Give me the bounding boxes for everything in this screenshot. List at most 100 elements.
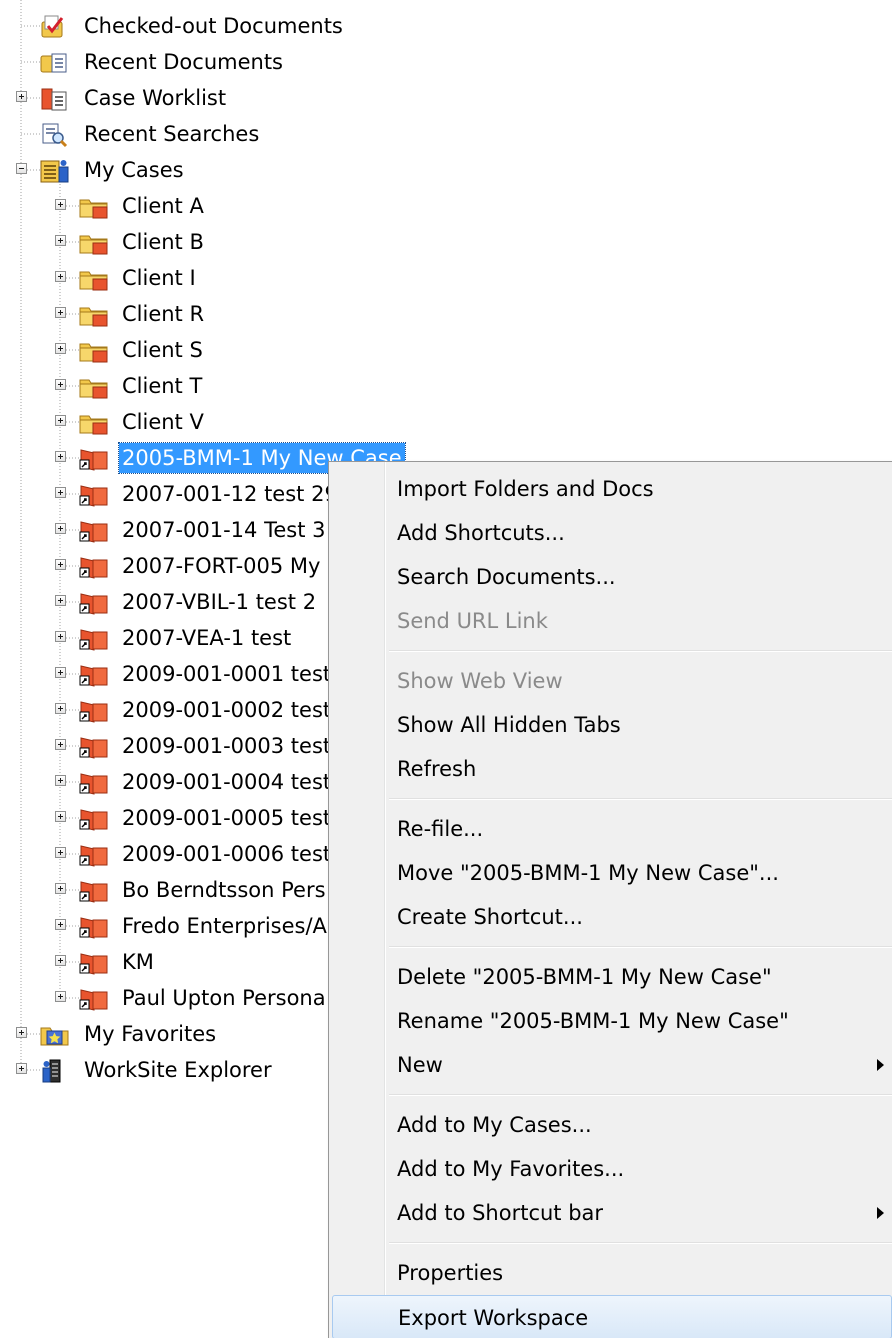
tree-node-label[interactable]: Client A: [119, 191, 207, 221]
tree-node[interactable]: Recent Documents: [0, 44, 892, 80]
menu-item-label: Properties: [397, 1261, 504, 1285]
tree-node-label[interactable]: My Favorites: [81, 1019, 219, 1049]
tree-node-label[interactable]: 2007-VEA-1 test: [119, 623, 294, 653]
expand-plus-icon[interactable]: [55, 595, 66, 606]
expand-plus-icon[interactable]: [55, 379, 66, 390]
expand-plus-icon[interactable]: [55, 955, 66, 966]
tree-node-label[interactable]: Fredo Enterprises/A: [119, 911, 330, 941]
tree-node[interactable]: Recent Searches: [0, 116, 892, 152]
expand-plus-icon[interactable]: [16, 91, 27, 102]
tree-node[interactable]: My Cases: [0, 152, 892, 188]
menu-item-move-2005-bmm-1-my-new-case[interactable]: Move "2005-BMM-1 My New Case"...: [332, 851, 892, 895]
menu-separator: [389, 1242, 892, 1244]
menu-item-label: Create Shortcut...: [397, 905, 583, 929]
tree-node-label[interactable]: 2009-001-0004 test: [119, 767, 334, 797]
menu-item-rename-2005-bmm-1-my-new-case[interactable]: Rename "2005-BMM-1 My New Case": [332, 999, 892, 1043]
menu-item-search-documents[interactable]: Search Documents...: [332, 555, 892, 599]
expand-plus-icon[interactable]: [55, 883, 66, 894]
collapse-minus-icon[interactable]: [16, 163, 27, 174]
tree-node-label[interactable]: 2009-001-0001 test: [119, 659, 334, 689]
tree-node[interactable]: Checked-out Documents: [0, 8, 892, 44]
menu-item-show-web-view: Show Web View: [332, 659, 892, 703]
case-shortcut-icon: [79, 698, 111, 724]
expand-plus-icon[interactable]: [55, 343, 66, 354]
tree-node-label[interactable]: 2009-001-0002 test: [119, 695, 334, 725]
expand-plus-icon[interactable]: [55, 631, 66, 642]
expand-plus-icon[interactable]: [55, 667, 66, 678]
expand-plus-icon[interactable]: [55, 919, 66, 930]
tree-node-label[interactable]: Client B: [119, 227, 207, 257]
tree-node-label[interactable]: Recent Searches: [81, 119, 262, 149]
expand-plus-icon[interactable]: [55, 739, 66, 750]
menu-item-refresh[interactable]: Refresh: [332, 747, 892, 791]
menu-separator: [389, 798, 892, 800]
tree-node-label[interactable]: Client S: [119, 335, 206, 365]
submenu-arrow-icon: [877, 1207, 884, 1219]
tree-node[interactable]: Client I: [0, 260, 892, 296]
tree-node-label[interactable]: 2009-001-0006 test: [119, 839, 334, 869]
expand-plus-icon[interactable]: [55, 811, 66, 822]
tree-node[interactable]: Client A: [0, 188, 892, 224]
expand-plus-icon[interactable]: [55, 271, 66, 282]
tree-node[interactable]: Client B: [0, 224, 892, 260]
client-folder-icon: [79, 302, 111, 328]
menu-item-create-shortcut[interactable]: Create Shortcut...: [332, 895, 892, 939]
tree-node-label[interactable]: Client V: [119, 407, 207, 437]
expand-plus-icon[interactable]: [55, 415, 66, 426]
expand-plus-icon[interactable]: [55, 559, 66, 570]
tree-node-label[interactable]: Client I: [119, 263, 199, 293]
tree-node[interactable]: Case Worklist: [0, 80, 892, 116]
menu-item-label: Refresh: [397, 757, 477, 781]
expand-plus-icon[interactable]: [55, 775, 66, 786]
tree-node[interactable]: Client S: [0, 332, 892, 368]
tree-node-label[interactable]: Case Worklist: [81, 83, 229, 113]
tree-node-label[interactable]: Client T: [119, 371, 205, 401]
menu-item-export-workspace[interactable]: Export Workspace: [332, 1295, 892, 1338]
tree-node-label[interactable]: 2007-001-14 Test 3: [119, 515, 328, 545]
menu-item-add-to-shortcut-bar[interactable]: Add to Shortcut bar: [332, 1191, 892, 1235]
menu-item-add-shortcuts[interactable]: Add Shortcuts...: [332, 511, 892, 555]
tree-node-label[interactable]: My Cases: [81, 155, 187, 185]
tree-node[interactable]: Client R: [0, 296, 892, 332]
menu-item-show-all-hidden-tabs[interactable]: Show All Hidden Tabs: [332, 703, 892, 747]
tree-node-label[interactable]: Recent Documents: [81, 47, 286, 77]
menu-item-delete-2005-bmm-1-my-new-case[interactable]: Delete "2005-BMM-1 My New Case": [332, 955, 892, 999]
tree-node-label[interactable]: 2007-VBIL-1 test 2: [119, 587, 319, 617]
tree-node[interactable]: Client V: [0, 404, 892, 440]
tree-node-label[interactable]: Checked-out Documents: [81, 11, 346, 41]
expand-plus-icon[interactable]: [55, 523, 66, 534]
tree-node-label[interactable]: KM: [119, 947, 157, 977]
tree-node-label[interactable]: Client R: [119, 299, 207, 329]
expand-plus-icon[interactable]: [16, 1063, 27, 1074]
expand-plus-icon[interactable]: [55, 991, 66, 1002]
case-shortcut-icon: [79, 878, 111, 904]
case-shortcut-icon: [79, 770, 111, 796]
tree-node-label[interactable]: 2009-001-0003 test: [119, 731, 334, 761]
expand-plus-icon[interactable]: [55, 451, 66, 462]
tree-node-label[interactable]: 2007-001-12 test 29: [119, 479, 341, 509]
menu-item-add-to-my-cases[interactable]: Add to My Cases...: [332, 1103, 892, 1147]
tree-node-label[interactable]: Paul Upton Persona: [119, 983, 329, 1013]
expand-plus-icon[interactable]: [55, 235, 66, 246]
menu-item-label: Add to My Favorites...: [397, 1157, 625, 1181]
expand-plus-icon[interactable]: [55, 487, 66, 498]
my-favorites-icon: [40, 1022, 72, 1048]
tree-node-label[interactable]: WorkSite Explorer: [81, 1055, 275, 1085]
menu-item-import-folders-and-docs[interactable]: Import Folders and Docs: [332, 467, 892, 511]
expand-plus-icon[interactable]: [55, 199, 66, 210]
menu-item-re-file[interactable]: Re-file...: [332, 807, 892, 851]
expand-plus-icon[interactable]: [55, 847, 66, 858]
tree-node[interactable]: Client T: [0, 368, 892, 404]
menu-item-add-to-my-favorites[interactable]: Add to My Favorites...: [332, 1147, 892, 1191]
menu-item-new[interactable]: New: [332, 1043, 892, 1087]
expand-plus-icon[interactable]: [55, 307, 66, 318]
tree-node-label[interactable]: 2009-001-0005 test: [119, 803, 334, 833]
case-shortcut-icon: [79, 734, 111, 760]
client-folder-icon: [79, 374, 111, 400]
menu-item-properties[interactable]: Properties: [332, 1251, 892, 1295]
expand-plus-icon[interactable]: [16, 1027, 27, 1038]
case-shortcut-icon: [79, 482, 111, 508]
tree-node-label[interactable]: 2007-FORT-005 My: [119, 551, 323, 581]
tree-node-label[interactable]: Bo Berndtsson Pers: [119, 875, 329, 905]
expand-plus-icon[interactable]: [55, 703, 66, 714]
